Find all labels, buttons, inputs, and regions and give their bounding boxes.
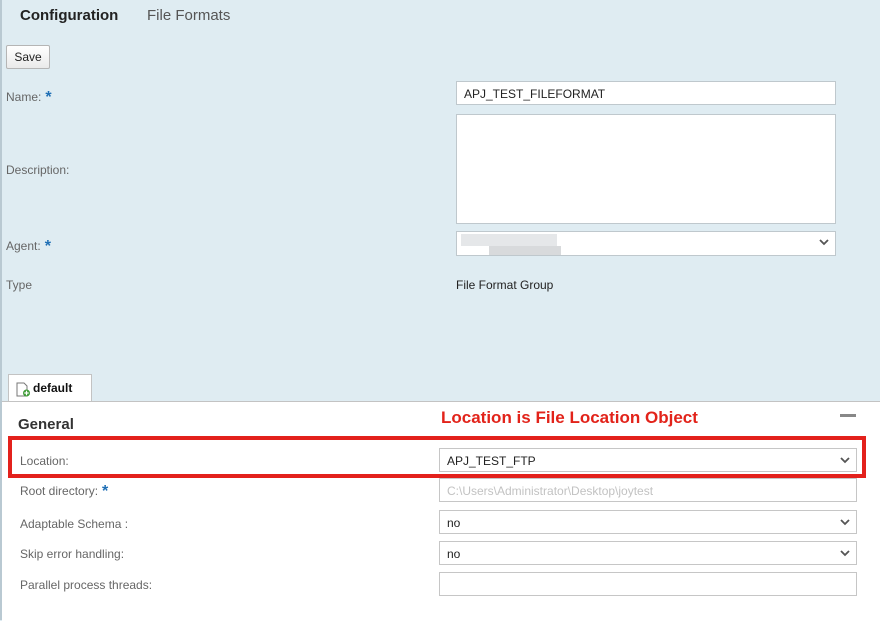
description-label: Description:	[6, 163, 70, 177]
tab-file-formats[interactable]: File Formats	[147, 7, 230, 24]
agent-label: Agent: *	[6, 237, 51, 255]
tab-default-label: default	[33, 381, 73, 395]
skip-error-handling-label: Skip error handling:	[20, 547, 125, 561]
type-label: Type	[6, 278, 33, 292]
type-value: File Format Group	[456, 278, 554, 292]
name-input[interactable]: APJ_TEST_FILEFORMAT	[456, 81, 836, 105]
general-panel: General Location is File Location Object…	[2, 401, 880, 621]
save-button[interactable]: Save	[6, 45, 50, 69]
parallel-threads-label: Parallel process threads:	[20, 578, 153, 592]
name-label-text: Name:	[6, 90, 42, 104]
chevron-down-icon	[819, 235, 829, 249]
adaptable-schema-label: Adaptable Schema :	[20, 517, 129, 531]
skip-error-handling-select[interactable]: no	[439, 541, 857, 565]
agent-select[interactable]	[456, 231, 836, 256]
required-marker: *	[102, 483, 109, 500]
root-directory-placeholder: C:\Users\Administrator\Desktop\joytest	[447, 484, 654, 498]
required-marker: *	[44, 238, 51, 255]
collapse-icon[interactable]	[840, 414, 856, 417]
annotation-callout: Location is File Location Object	[441, 408, 698, 427]
file-format-icon	[16, 382, 31, 400]
agent-label-text: Agent:	[6, 239, 41, 253]
redacted-value	[461, 234, 557, 246]
parallel-threads-input[interactable]	[439, 572, 857, 596]
chevron-down-icon	[840, 546, 850, 560]
name-label: Name: *	[6, 88, 52, 106]
skip-error-handling-value: no	[447, 547, 461, 561]
adaptable-schema-value: no	[447, 516, 461, 530]
redacted-value	[489, 246, 561, 255]
top-tabs: Configuration File Formats	[0, 0, 880, 34]
tab-configuration[interactable]: Configuration	[20, 7, 118, 24]
description-input[interactable]	[456, 114, 836, 224]
adaptable-schema-select[interactable]: no	[439, 510, 857, 534]
highlight-box	[8, 436, 866, 478]
root-directory-label: Root directory: *	[20, 482, 108, 500]
general-section-title: General	[18, 416, 74, 433]
chevron-down-icon	[840, 515, 850, 529]
tab-default[interactable]: default	[8, 374, 92, 402]
root-directory-input[interactable]: C:\Users\Administrator\Desktop\joytest	[439, 478, 857, 502]
root-directory-label-text: Root directory:	[20, 484, 99, 498]
required-marker: *	[45, 89, 52, 106]
